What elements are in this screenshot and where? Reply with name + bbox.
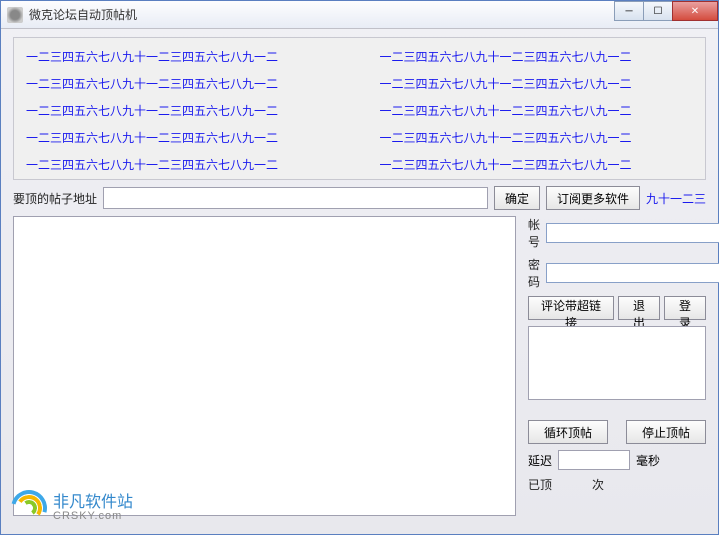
address-input[interactable] [103,187,488,209]
promo-link[interactable]: 一二三四五六七八九十一二三四五六七八九一二 [380,48,694,65]
app-icon [7,7,23,23]
status-row: 已顶 次 [528,476,706,493]
address-row: 要顶的帖子地址 确定 订阅更多软件 九十一二三四 [13,186,706,210]
stop-bump-button[interactable]: 停止顶帖 [626,420,706,444]
comment-textarea[interactable] [528,326,706,400]
logo-en: CRSKY.com [53,511,133,522]
auth-button-row: 评论带超链接 退出 登录 [528,296,706,320]
titlebar[interactable]: 微克论坛自动顶帖机 ─ ☐ ✕ [1,1,718,29]
login-button[interactable]: 登录 [664,296,706,320]
bump-button-row: 循环顶帖 停止顶帖 [528,420,706,444]
loop-bump-button[interactable]: 循环顶帖 [528,420,608,444]
logo-arc-icon [11,490,47,526]
window-controls: ─ ☐ ✕ [615,1,718,21]
delay-row: 延迟 毫秒 [528,450,706,470]
main-area: 帐号 密码 评论带超链接 退出 登录 循环顶帖 停止顶帖 [13,216,706,516]
subscribe-button[interactable]: 订阅更多软件 [546,186,640,210]
promo-link[interactable]: 一二三四五六七八九十一二三四五六七八九一二 [380,102,694,119]
address-label: 要顶的帖子地址 [13,190,97,207]
content-area: 一二三四五六七八九十一二三四五六七八九一二 一二三四五六七八九十一二三四五六七八… [1,29,718,534]
content-pane[interactable] [13,216,516,516]
promo-link[interactable]: 一二三四五六七八九十一二三四五六七八九一二 [380,156,694,173]
links-grid: 一二三四五六七八九十一二三四五六七八九一二 一二三四五六七八九十一二三四五六七八… [26,48,693,173]
window-title: 微克论坛自动顶帖机 [29,6,137,23]
promo-link[interactable]: 一二三四五六七八九十一二三四五六七八九一二 [380,129,694,146]
logo-text: 非凡软件站 CRSKY.com [53,495,133,522]
minimize-button[interactable]: ─ [614,1,644,21]
promo-link[interactable]: 一二三四五六七八九十一二三四五六七八九一二 [26,48,340,65]
status-times-label: 次 [592,476,604,493]
logo-cn: 非凡软件站 [53,495,133,511]
app-window: 微克论坛自动顶帖机 ─ ☐ ✕ 一二三四五六七八九十一二三四五六七八九一二 一二… [0,0,719,535]
account-input[interactable] [546,223,719,243]
delay-unit: 毫秒 [636,452,660,469]
delay-input[interactable] [558,450,630,470]
promo-link[interactable]: 一二三四五六七八九十一二三四五六七八九一二 [26,75,340,92]
promo-link[interactable]: 一二三四五六七八九十一二三四五六七八九一二 [26,129,340,146]
promo-link[interactable]: 一二三四五六七八九十一二三四五六七八九一二 [26,156,340,173]
delay-label: 延迟 [528,452,552,469]
watermark-logo: 非凡软件站 CRSKY.com [11,490,133,526]
password-row: 密码 [528,256,706,290]
clipped-link[interactable]: 九十一二三四 [646,190,706,207]
close-button[interactable]: ✕ [672,1,718,21]
side-panel: 帐号 密码 评论带超链接 退出 登录 循环顶帖 停止顶帖 [528,216,706,516]
maximize-button[interactable]: ☐ [643,1,673,21]
logout-button[interactable]: 退出 [618,296,660,320]
account-label: 帐号 [528,216,540,250]
status-done-label: 已顶 [528,476,552,493]
spacer [528,406,706,414]
promo-link[interactable]: 一二三四五六七八九十一二三四五六七八九一二 [26,102,340,119]
password-label: 密码 [528,256,540,290]
promo-link[interactable]: 一二三四五六七八九十一二三四五六七八九一二 [380,75,694,92]
password-input[interactable] [546,263,719,283]
confirm-button[interactable]: 确定 [494,186,540,210]
comment-hyperlink-button[interactable]: 评论带超链接 [528,296,614,320]
account-row: 帐号 [528,216,706,250]
links-groupbox: 一二三四五六七八九十一二三四五六七八九一二 一二三四五六七八九十一二三四五六七八… [13,37,706,180]
